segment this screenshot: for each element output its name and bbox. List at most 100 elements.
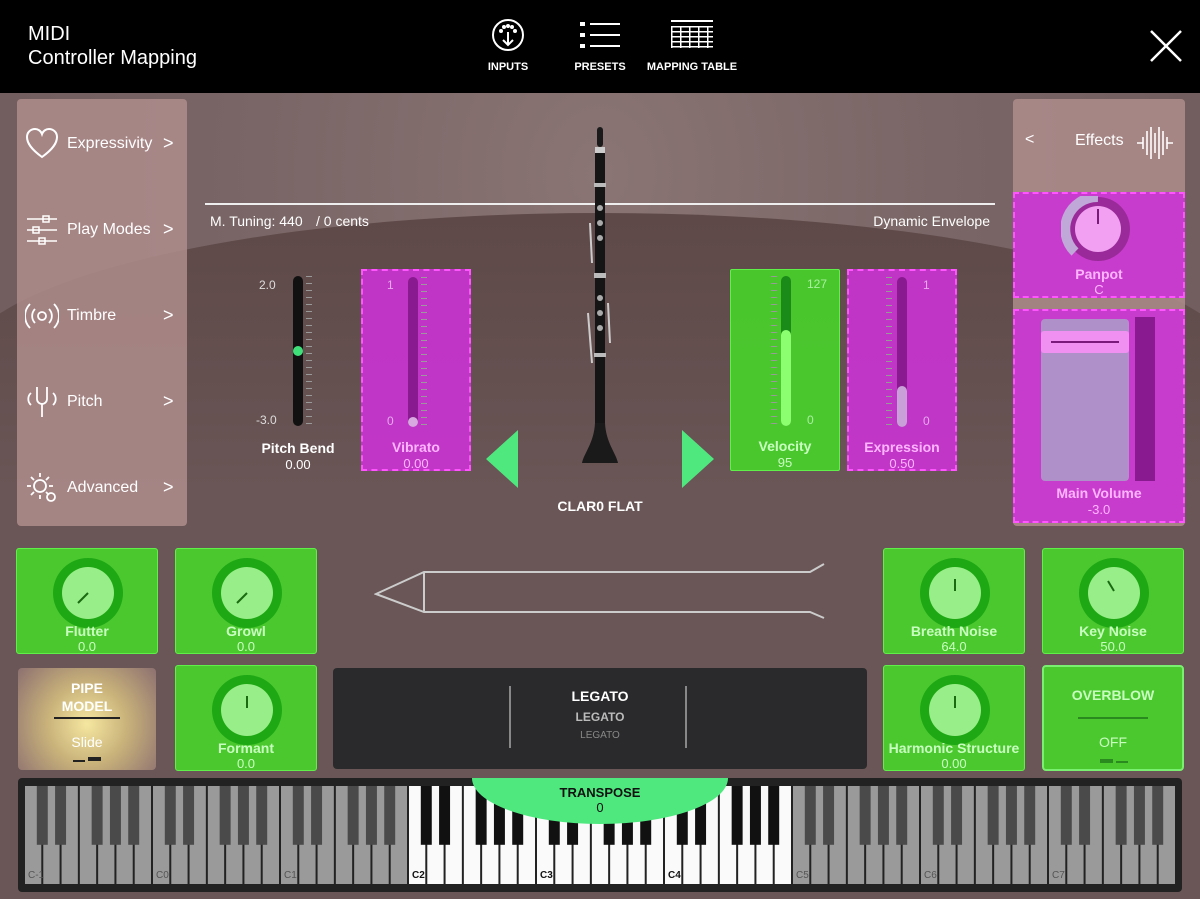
overblow-button[interactable]: OVERBLOW OFF: [1042, 665, 1184, 771]
menu-item-advanced[interactable]: Advanced >: [17, 457, 187, 517]
black-key[interactable]: [1133, 786, 1145, 845]
legato-option-2[interactable]: LEGATO: [333, 710, 867, 724]
black-key[interactable]: [1115, 786, 1127, 845]
menu-item-pitch[interactable]: Pitch >: [17, 371, 187, 431]
black-key[interactable]: [237, 786, 249, 845]
black-key[interactable]: [347, 786, 359, 845]
vibrato-track[interactable]: [408, 277, 418, 427]
breath-noise-knob[interactable]: [919, 557, 991, 629]
close-icon[interactable]: [1148, 28, 1184, 64]
black-key[interactable]: [365, 786, 377, 845]
pipe-model-divider: [54, 717, 120, 719]
black-key[interactable]: [1024, 786, 1036, 845]
pitch-bend-thumb[interactable]: [293, 346, 303, 356]
instrument-name[interactable]: CLAR0 FLAT: [520, 498, 680, 514]
pipe-model-line1: PIPE: [71, 680, 103, 696]
pitch-bend-value: 0.00: [285, 457, 311, 472]
black-key[interactable]: [311, 786, 323, 845]
expression-label: Expression: [864, 439, 940, 455]
black-key[interactable]: [384, 786, 396, 845]
black-key[interactable]: [55, 786, 67, 845]
main-volume-label: Main Volume: [1056, 485, 1142, 501]
black-key[interactable]: [128, 786, 140, 845]
flutter-knob[interactable]: [52, 557, 124, 629]
legato-selector[interactable]: LEGATO LEGATO LEGATO: [333, 668, 867, 769]
black-key[interactable]: [439, 786, 451, 845]
breath-noise-control[interactable]: Breath Noise 64.0: [883, 548, 1025, 654]
vibrato-thumb[interactable]: [408, 417, 418, 427]
menu-item-timbre[interactable]: Timbre >: [17, 285, 187, 345]
black-key[interactable]: [896, 786, 908, 845]
panpot-knob[interactable]: [1061, 196, 1135, 262]
black-key[interactable]: [804, 786, 816, 845]
black-key[interactable]: [36, 786, 48, 845]
black-key[interactable]: [1060, 786, 1072, 845]
dynamic-envelope[interactable]: Dynamic Envelope: [840, 213, 990, 229]
pipe-model-value: Slide: [71, 734, 103, 750]
main-volume-control[interactable]: Main Volume -3.0: [1013, 309, 1185, 523]
pitch-bend-ticks: [306, 276, 312, 426]
master-tuning[interactable]: M. Tuning: 440: [210, 213, 303, 229]
black-key[interactable]: [219, 786, 231, 845]
expression-ticks: [886, 277, 892, 427]
black-key[interactable]: [951, 786, 963, 845]
black-key[interactable]: [109, 786, 121, 845]
flutter-label: Flutter: [65, 623, 109, 639]
black-key[interactable]: [91, 786, 103, 845]
black-key[interactable]: [731, 786, 743, 845]
overblow-indicator-1: [1100, 759, 1113, 763]
chevron-right-icon: >: [163, 477, 174, 497]
previous-instrument-icon[interactable]: [484, 428, 520, 490]
black-key[interactable]: [768, 786, 780, 845]
harmonic-structure-knob[interactable]: [919, 674, 991, 746]
effects-header[interactable]: < Effects: [1013, 99, 1185, 189]
clarinet-image: [582, 127, 618, 463]
top-bar: MIDI Controller Mapping INPUTS PRESETS M…: [0, 0, 1200, 93]
harmonic-structure-control[interactable]: Harmonic Structure 0.00: [883, 665, 1025, 771]
formant-control[interactable]: Formant 0.0: [175, 665, 317, 771]
black-key[interactable]: [1005, 786, 1017, 845]
key-noise-knob[interactable]: [1078, 557, 1150, 629]
vibrato-control[interactable]: 1 0 Vibrato 0.00: [361, 269, 471, 471]
tuning-cents[interactable]: / 0 cents: [316, 213, 369, 229]
growl-knob[interactable]: [211, 557, 283, 629]
black-key[interactable]: [164, 786, 176, 845]
legato-option-3[interactable]: LEGATO: [333, 730, 867, 741]
growl-control[interactable]: Growl 0.0: [175, 548, 317, 654]
velocity-control[interactable]: 127 0 Velocity 95: [730, 269, 840, 471]
black-key[interactable]: [1152, 786, 1164, 845]
pipe-model-button[interactable]: PIPE MODEL Slide: [18, 668, 156, 770]
black-key[interactable]: [183, 786, 195, 845]
vibrato-value: 0.00: [403, 456, 429, 471]
main-volume-handle[interactable]: [1041, 331, 1129, 353]
key-noise-control[interactable]: Key Noise 50.0: [1042, 548, 1184, 654]
back-chevron-icon[interactable]: <: [1025, 131, 1034, 149]
pitch-bend-control[interactable]: 2.0 -3.0 Pitch Bend 0.00: [250, 270, 346, 472]
expression-control[interactable]: 1 0 Expression 0.50: [847, 269, 957, 471]
velocity-value: 95: [777, 455, 793, 470]
black-key[interactable]: [877, 786, 889, 845]
velocity-min: 0: [807, 413, 814, 427]
black-key[interactable]: [749, 786, 761, 845]
black-key[interactable]: [987, 786, 999, 845]
panpot-control[interactable]: Panpot C: [1013, 192, 1185, 298]
menu-item-expressivity[interactable]: Expressivity >: [17, 113, 187, 173]
black-key[interactable]: [1079, 786, 1091, 845]
vibrato-label: Vibrato: [392, 439, 440, 455]
black-key[interactable]: [420, 786, 432, 845]
formant-knob[interactable]: [211, 674, 283, 746]
black-key[interactable]: [859, 786, 871, 845]
mapping-table-button[interactable]: MAPPING TABLE: [642, 18, 742, 73]
black-key[interactable]: [823, 786, 835, 845]
menu-item-play-modes[interactable]: Play Modes >: [17, 199, 187, 259]
menu-label-play-modes: Play Modes: [67, 221, 151, 238]
flutter-control[interactable]: Flutter 0.0: [16, 548, 158, 654]
black-key[interactable]: [932, 786, 944, 845]
presets-button[interactable]: PRESETS: [566, 18, 634, 73]
next-instrument-icon[interactable]: [680, 428, 716, 490]
sliders-icon: [27, 215, 57, 245]
left-menu: Expressivity > Play Modes > Timbre > Pit…: [17, 99, 187, 526]
inputs-button[interactable]: INPUTS: [478, 18, 538, 73]
black-key[interactable]: [256, 786, 268, 845]
black-key[interactable]: [292, 786, 304, 845]
